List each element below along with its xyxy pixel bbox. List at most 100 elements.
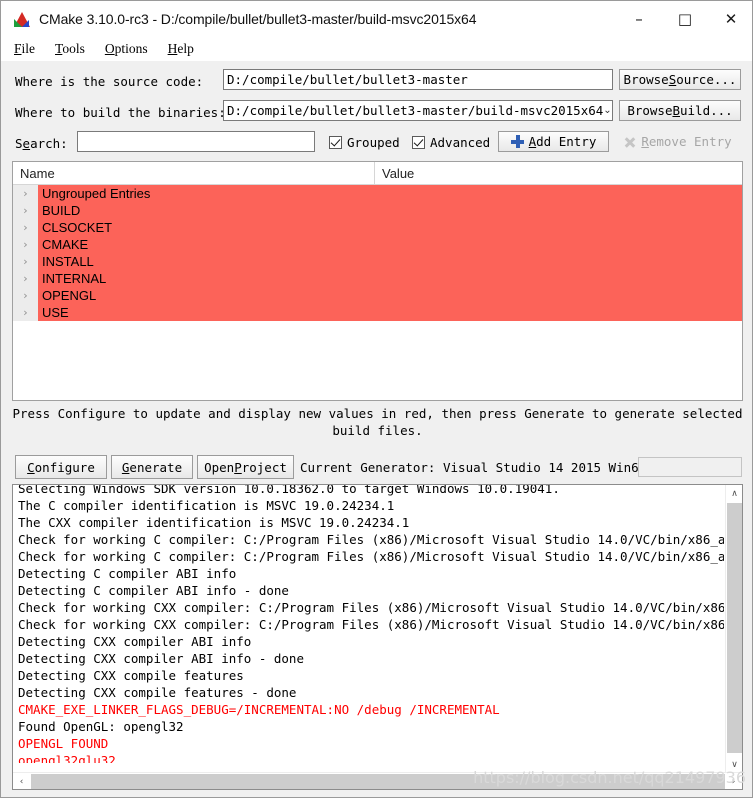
scroll-left-icon[interactable]: ‹ (13, 773, 30, 789)
chevron-right-icon[interactable]: › (13, 202, 38, 219)
log-output-panel[interactable]: Selecting Windows SDK version 10.0.18362… (12, 484, 743, 790)
log-line: Detecting CXX compiler ABI info (18, 634, 252, 649)
menu-options-mnemonic: O (104, 41, 115, 56)
build-binaries-label: Where to build the binaries: (15, 105, 226, 120)
log-line: Detecting CXX compiler ABI info - done (18, 651, 304, 666)
generate-suffix: enerate (129, 459, 183, 475)
browse-source-prefix: Browse (623, 72, 669, 87)
chevron-right-icon[interactable]: › (13, 304, 38, 321)
add-entry-suffix: dd Entry (536, 134, 597, 149)
scroll-up-icon[interactable]: ∧ (726, 485, 742, 502)
tree-row-label: Ungrouped Entries (42, 186, 151, 201)
status-hint-line2: build files. (332, 423, 423, 438)
table-row[interactable]: › CLSOCKET (13, 219, 742, 236)
source-code-input[interactable]: D:/compile/bullet/bullet3-master (223, 69, 613, 90)
scroll-down-icon[interactable]: ∨ (726, 756, 742, 773)
cache-variables-tree[interactable]: Name Value › Ungrouped Entries › BUILD ›… (12, 161, 743, 401)
grouped-label: Grouped (347, 135, 400, 150)
checkmark-icon[interactable] (412, 136, 425, 149)
scroll-right-icon[interactable]: › (725, 773, 742, 789)
menu-help-mnemonic: H (167, 41, 178, 56)
table-row[interactable]: › OPENGL (13, 287, 742, 304)
remove-entry-button: Remove Entry (615, 131, 741, 152)
log-line: Detecting C compiler ABI info (18, 566, 237, 581)
browse-source-suffix: ource... (676, 72, 737, 87)
status-hint-line1: Press Configure to update and display ne… (12, 406, 743, 421)
cmake-gui-window: CMake 3.10.0-rc3 - D:/compile/bullet/bul… (0, 0, 753, 798)
cmake-logo-icon (13, 10, 31, 28)
table-row[interactable]: › INTERNAL (13, 270, 742, 287)
chevron-right-icon[interactable]: › (13, 219, 38, 236)
log-line: Detecting C compiler ABI info - done (18, 583, 289, 598)
column-header-value[interactable]: Value (375, 162, 742, 184)
horizontal-scroll-thumb[interactable] (31, 774, 725, 789)
log-line: Check for working C compiler: C:/Program… (18, 549, 724, 564)
log-line: The CXX compiler identification is MSVC … (18, 515, 410, 530)
log-line: Selecting Windows SDK version 10.0.18362… (18, 484, 560, 496)
menu-file-mnemonic: F (14, 41, 22, 56)
menu-help[interactable]: Help (165, 39, 197, 59)
advanced-label: Advanced (430, 135, 491, 150)
log-line: Found OpenGL: opengl32 (18, 719, 184, 734)
table-row[interactable]: › BUILD (13, 202, 742, 219)
progress-bar (638, 457, 742, 477)
vertical-scroll-thumb[interactable] (727, 503, 742, 753)
add-entry-mnemonic: A (528, 134, 537, 149)
log-line: The C compiler identification is MSVC 19… (18, 498, 395, 513)
table-row[interactable]: › CMAKE (13, 236, 742, 253)
open-project-button[interactable]: Open Project (197, 455, 294, 479)
chevron-right-icon[interactable]: › (13, 236, 38, 253)
log-horizontal-scrollbar[interactable]: ‹ › (13, 772, 742, 789)
menu-options-label: ptions (114, 41, 148, 56)
column-header-name[interactable]: Name (13, 162, 375, 184)
maximize-icon[interactable]: □ (662, 1, 708, 37)
menu-file[interactable]: File (11, 39, 38, 59)
configure-button[interactable]: Configure (15, 455, 107, 479)
search-input[interactable] (77, 131, 315, 152)
log-line: CMAKE_EXE_LINKER_FLAGS_DEBUG=/INCREMENTA… (18, 702, 500, 717)
browse-build-mnemonic: B (672, 103, 680, 118)
chevron-right-icon[interactable]: › (13, 253, 38, 270)
table-row[interactable]: › Ungrouped Entries (13, 185, 742, 202)
log-line: Detecting CXX compile features - done (18, 685, 297, 700)
table-row[interactable]: › USE (13, 304, 742, 321)
menu-bar: File Tools Options Help (1, 37, 752, 61)
remove-entry-mnemonic: R (641, 134, 649, 149)
window-controls: – □ ✕ (616, 1, 752, 37)
menu-file-label: ile (21, 41, 36, 56)
menu-tools[interactable]: Tools (52, 39, 88, 59)
generate-button[interactable]: Generate (111, 455, 193, 479)
checkmark-icon[interactable] (329, 136, 342, 149)
log-output-text: Selecting Windows SDK version 10.0.18362… (13, 484, 724, 763)
table-row[interactable]: › INSTALL (13, 253, 742, 270)
chevron-right-icon[interactable]: › (13, 287, 38, 304)
browse-build-prefix: Browse (627, 103, 673, 118)
menu-help-label: elp (177, 41, 194, 56)
chevron-right-icon[interactable]: › (13, 270, 38, 287)
tree-row-label: OPENGL (42, 288, 97, 303)
path-form: Where is the source code: D:/compile/bul… (1, 61, 752, 156)
configure-suffix: onfigure (34, 459, 95, 475)
chevron-right-icon[interactable]: › (13, 185, 38, 202)
browse-build-button[interactable]: Browse Build... (619, 100, 741, 121)
chevron-down-icon[interactable]: ⌄ (603, 105, 612, 116)
close-icon[interactable]: ✕ (708, 1, 752, 37)
tree-row-label: INTERNAL (42, 271, 107, 286)
open-project-mnemonic: P (234, 459, 242, 475)
current-generator-label: Current Generator: Visual Studio 14 2015… (300, 459, 647, 475)
status-hint: Press Configure to update and display ne… (12, 405, 743, 439)
action-bar: Configure Generate Open Project Current … (1, 453, 752, 481)
log-line: Check for working CXX compiler: C:/Progr… (18, 617, 724, 632)
log-vertical-scrollbar[interactable]: ∧ ∨ (725, 485, 742, 773)
advanced-checkbox[interactable]: Advanced (412, 135, 490, 150)
remove-entry-suffix: emove Entry (648, 134, 732, 149)
grouped-checkbox[interactable]: Grouped (329, 135, 400, 150)
search-label-rest: arch: (30, 136, 68, 151)
add-entry-button[interactable]: Add Entry (498, 131, 609, 152)
browse-source-button[interactable]: Browse Source... (619, 69, 741, 90)
build-binaries-combo[interactable]: D:/compile/bullet/bullet3-master/build-m… (223, 100, 613, 121)
search-label-pre: S (15, 136, 23, 151)
build-binaries-value: D:/compile/bullet/bullet3-master/build-m… (227, 103, 604, 118)
menu-options[interactable]: Options (102, 39, 151, 59)
minimize-icon[interactable]: – (616, 1, 662, 37)
